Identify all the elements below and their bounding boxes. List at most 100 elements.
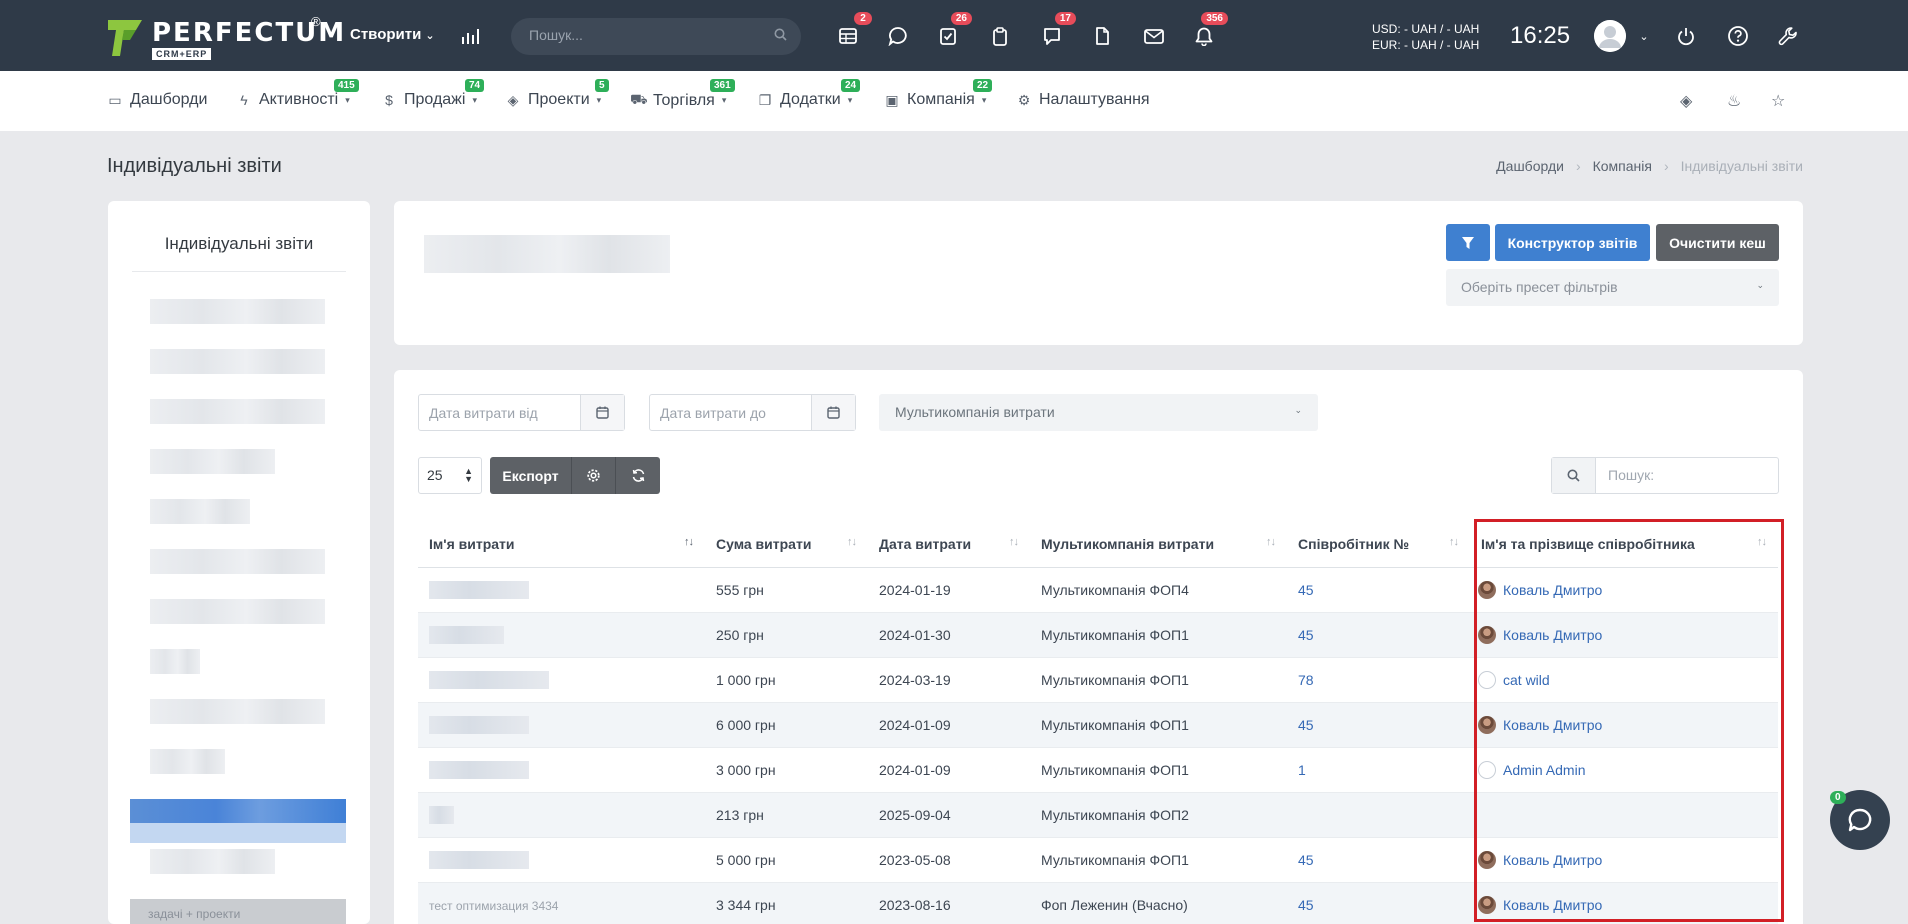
logo[interactable]: PERFECTUM ® CRM+ERP [106, 14, 344, 60]
employee-number-link[interactable]: 45 [1287, 882, 1470, 924]
sidebar-item-redacted[interactable] [150, 549, 325, 574]
date-to-field[interactable]: Дата витрати до [649, 394, 856, 431]
column-header-multicompany[interactable]: Мультикомпанія витрати ↑↓ [1030, 521, 1287, 568]
sidebar-item-redacted[interactable] [150, 699, 325, 724]
expense-name-cell[interactable] [418, 747, 705, 793]
breadcrumb-item[interactable]: Компанія [1593, 158, 1652, 174]
table-icon[interactable]: 2 [834, 12, 872, 50]
employee-number-link[interactable]: 1 [1287, 747, 1470, 793]
sidebar-item-active[interactable] [130, 799, 346, 823]
employee-link[interactable]: Коваль Дмитро [1478, 580, 1778, 599]
page-size-select[interactable]: 25 ▲ ▼ [418, 457, 482, 494]
global-search-input[interactable] [529, 27, 759, 43]
expense-name-cell[interactable] [418, 702, 705, 748]
employee-number-link[interactable]: 45 [1287, 702, 1470, 748]
stats-icon[interactable] [456, 22, 484, 50]
user-avatar[interactable] [1594, 20, 1626, 52]
nav-item-activities[interactable]: ϟ Активності ▾ 415 [236, 79, 359, 109]
calendar-icon[interactable] [811, 395, 855, 430]
nav-item-trade[interactable]: ⛟ Торгівля ▾ 361 [630, 79, 735, 110]
calendar-icon[interactable] [580, 395, 624, 430]
sidebar-item-tasks-projects[interactable]: задачі + проекти [130, 899, 346, 924]
wrench-icon[interactable] [1774, 22, 1802, 50]
tasks-icon[interactable]: 26 [934, 12, 972, 50]
employee-link[interactable]: Admin Admin [1478, 760, 1778, 779]
sidebar-item-redacted[interactable] [150, 349, 325, 374]
column-header-amount[interactable]: Сума витрати ↑↓ [705, 521, 868, 568]
document-icon[interactable] [1088, 22, 1116, 50]
chat-icon[interactable] [884, 22, 912, 50]
sort-icon[interactable]: ↑↓ [847, 536, 857, 548]
column-header-employee-number[interactable]: Співробітник № ↑↓ [1287, 521, 1470, 568]
employee-link[interactable]: Коваль Дмитро [1478, 850, 1778, 869]
filter-button[interactable] [1446, 224, 1490, 261]
sort-icon[interactable]: ↑↓ [1009, 536, 1019, 548]
nav-item-sales[interactable]: $ Продажі ▾ 74 [381, 79, 485, 109]
employee-link[interactable]: Коваль Дмитро [1478, 895, 1778, 914]
sidebar-item-redacted[interactable] [150, 749, 225, 774]
clipboard-icon[interactable] [986, 22, 1014, 50]
nav-item-company[interactable]: ▣ Компанія ▾ 22 [884, 79, 993, 109]
column-header-expense-name[interactable]: Ім'я витрати ↑↓ [418, 521, 705, 568]
layers-icon[interactable]: ◈ [1680, 91, 1692, 111]
amount-cell: 3 000 грн [705, 747, 868, 793]
employee-number-link[interactable]: 45 [1287, 837, 1470, 883]
sidebar-item-redacted[interactable] [150, 849, 275, 874]
table-search[interactable] [1551, 457, 1779, 494]
settings-gear-icon[interactable] [572, 457, 616, 494]
sort-icon[interactable]: ↑↓ [1266, 536, 1276, 548]
messages-icon[interactable]: 17 [1038, 12, 1076, 50]
breadcrumb-item[interactable]: Дашборди [1496, 158, 1564, 174]
sidebar-item-redacted[interactable] [150, 299, 325, 324]
global-search[interactable] [511, 18, 801, 55]
chevron-down-icon[interactable]: ⌄ [1630, 22, 1658, 50]
expense-name-cell[interactable] [418, 657, 705, 703]
nav-item-dashboards[interactable]: ▭ Дашборди [107, 91, 207, 109]
sidebar-item-redacted[interactable] [150, 399, 325, 424]
sidebar-item-redacted[interactable] [150, 449, 275, 474]
sort-desc-icon[interactable]: ↑↓ [684, 536, 694, 548]
column-header-date[interactable]: Дата витрати ↑↓ [868, 521, 1030, 568]
nav-item-addons[interactable]: ❐ Додатки ▾ 24 [757, 79, 861, 109]
sidebar-item-redacted[interactable] [150, 649, 200, 674]
date-cell: 2024-03-19 [868, 657, 1030, 703]
employee-number-link[interactable]: 45 [1287, 567, 1470, 613]
clear-cache-button[interactable]: Очистити кеш [1656, 224, 1779, 261]
sort-icon[interactable]: ↑↓ [1449, 536, 1459, 548]
expense-name-redacted [429, 760, 529, 779]
table-search-input[interactable] [1608, 467, 1768, 483]
multicompany-select[interactable]: Мультикомпанія витрати ⌄ [879, 394, 1318, 431]
notification-badge: 26 [950, 12, 972, 25]
nav-item-projects[interactable]: ◈ Проекти ▾ 5 [505, 79, 609, 109]
filter-preset-select[interactable]: Оберіть пресет фільтрів ⌄ [1446, 269, 1779, 306]
sort-icon[interactable]: ↑↓ [1757, 536, 1767, 548]
column-header-employee-name[interactable]: Ім'я та прізвище співробітника ↑↓ [1470, 521, 1778, 568]
export-button[interactable]: Експорт [490, 457, 572, 494]
power-icon[interactable] [1672, 22, 1700, 50]
employee-link[interactable]: Коваль Дмитро [1478, 715, 1778, 734]
nav-item-settings[interactable]: ⚙ Налаштування [1016, 91, 1150, 109]
bell-icon[interactable]: 356 [1190, 12, 1228, 50]
refresh-icon[interactable] [616, 457, 660, 494]
date-from-field[interactable]: Дата витрати від [418, 394, 625, 431]
employee-link[interactable]: Коваль Дмитро [1478, 625, 1778, 644]
help-icon[interactable] [1724, 22, 1752, 50]
search-icon [1552, 458, 1596, 493]
expense-name-cell[interactable] [418, 567, 705, 613]
expense-name-cell[interactable] [418, 837, 705, 883]
sidebar-item-redacted[interactable] [150, 599, 325, 624]
expense-name-cell[interactable] [418, 612, 705, 658]
mail-icon[interactable] [1140, 22, 1168, 50]
employee-number-link[interactable] [1287, 792, 1470, 838]
employee-number-link[interactable]: 78 [1287, 657, 1470, 703]
report-builder-button[interactable]: Конструктор звітів [1495, 224, 1650, 261]
expense-name-cell[interactable] [418, 792, 705, 838]
star-icon[interactable]: ☆ [1771, 91, 1785, 111]
create-dropdown[interactable]: Створити ⌄ [350, 26, 435, 43]
employee-link[interactable]: cat wild [1478, 670, 1778, 689]
sidebar-item-redacted[interactable] [150, 499, 250, 524]
employee-number-link[interactable]: 45 [1287, 612, 1470, 658]
multicompany-cell: Мультикомпанія ФОП2 [1030, 792, 1287, 838]
expense-name-cell[interactable]: тест оптимизация 3434 [418, 882, 705, 924]
fire-icon[interactable]: ♨ [1727, 91, 1741, 111]
